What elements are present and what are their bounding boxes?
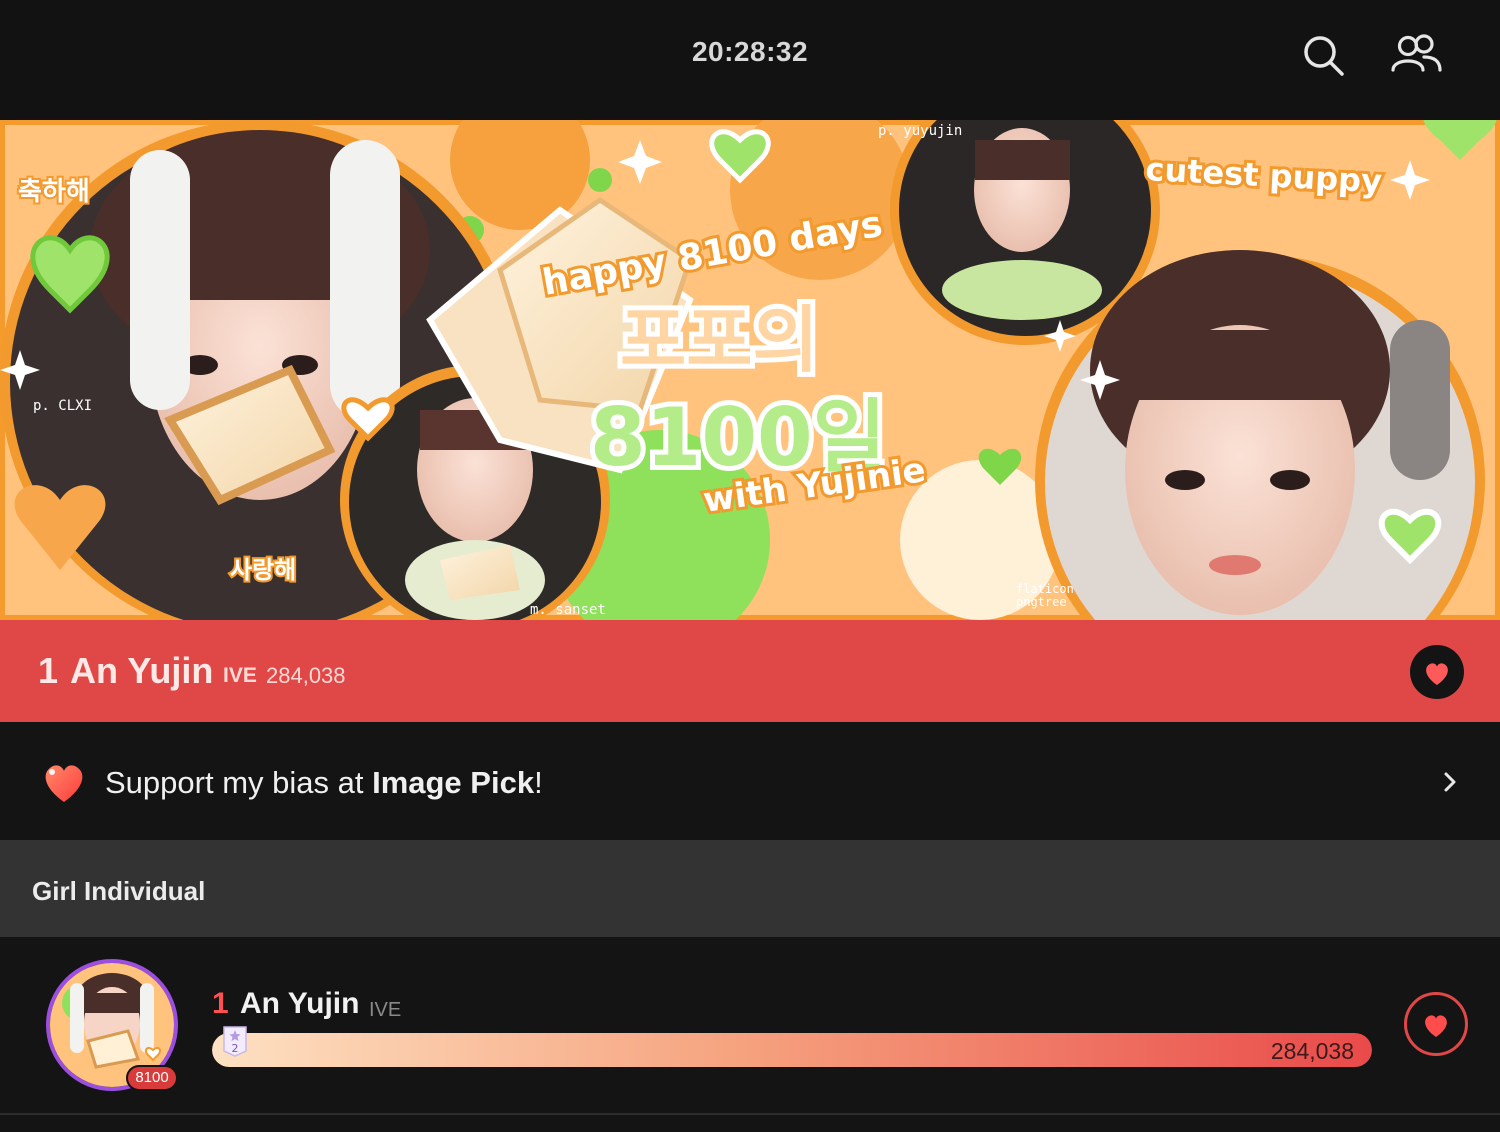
row-group: IVE [369,999,402,1021]
rank-change-tag: 2 [223,1026,247,1057]
support-text-bold: Image Pick [372,765,535,800]
section-title: Girl Individual [32,876,206,906]
banner-credit-5: pngtree [1016,595,1067,609]
vote-button-top[interactable] [1410,645,1464,699]
chevron-right-icon [1444,772,1456,792]
banner-text-love: 사랑해 [230,556,296,584]
row-name: An Yujin [240,987,360,1020]
banner-credit-2: p. yuyujin [878,123,962,139]
top-rank-number: 1 [38,650,59,691]
top-rank-name: An Yujin [70,650,214,691]
row-rank-number: 1 [212,987,229,1020]
banner-text-congrats: 축하해 [18,177,90,207]
banner-image[interactable]: 축하해 사랑해 happy 8100 days 포포의 8100일 with Y… [0,120,1500,620]
banner-title-ko-1: 포포의 [620,298,819,382]
support-text-prefix: Support my bias at [105,765,373,800]
banner-credit-3: m. sanset [530,602,606,618]
rank-change-value: 2 [232,1042,239,1055]
top-bar: 20:28:32 [0,0,1500,120]
vote-progress-bar: 284,038 [212,1033,1372,1067]
top-rank-votes: 284,038 [266,663,346,688]
search-icon[interactable] [1298,30,1348,80]
top-rank-bar[interactable]: 1 An Yujin IVE 284,038 [0,620,1500,722]
heart-icon [1425,1015,1447,1037]
support-text-suffix: ! [534,765,543,800]
avatar-badge: 8100 [126,1065,178,1091]
section-header: Girl Individual [0,840,1500,937]
row-votes: 284,038 [1270,1038,1354,1064]
banner-credit-1: p. CLXI [33,398,92,414]
bottom-area [0,1115,1500,1132]
heart-icon [1426,663,1448,685]
clock: 20:28:32 [691,36,809,67]
heart-icon [45,765,83,802]
support-image-pick-link[interactable]: Support my bias at Image Pick! [0,722,1500,840]
top-rank-group: IVE [223,664,257,687]
people-icon[interactable] [1388,30,1442,80]
ranking-row[interactable]: 8100 1 An Yujin IVE 284,038 2 [0,937,1500,1113]
support-text: Support my bias at Image Pick! [105,765,543,801]
vote-button-row[interactable] [1404,992,1468,1056]
vote-progress-fill [212,1033,1372,1067]
banner-credit-4: flaticon [1016,582,1074,596]
